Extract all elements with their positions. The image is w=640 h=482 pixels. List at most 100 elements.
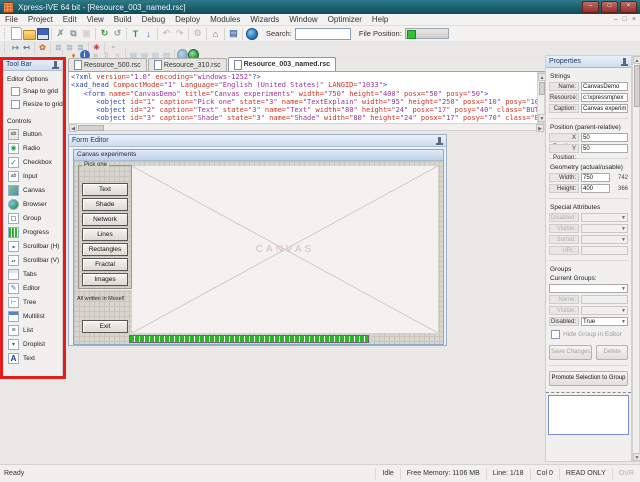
pin-icon[interactable] <box>54 61 57 68</box>
menu-file[interactable]: File <box>0 15 23 24</box>
tab-Resource_310.rsc[interactable]: Resource_310.rsc <box>148 58 227 71</box>
control-tabs[interactable]: Tabs <box>8 267 62 281</box>
pin-icon[interactable] <box>438 137 441 144</box>
delete-button[interactable]: Delete <box>596 345 628 360</box>
minimize-button[interactable]: – <box>582 1 599 13</box>
control-radio[interactable]: ◉Radio <box>8 141 62 155</box>
menu-view[interactable]: View <box>82 15 109 24</box>
pin-icon[interactable] <box>623 58 626 65</box>
x-position-input[interactable]: 50 <box>581 133 628 142</box>
form-button-fractal[interactable]: Fractal <box>82 258 128 271</box>
menu-debug[interactable]: Debug <box>137 15 171 24</box>
menu-optimizer[interactable]: Optimizer <box>323 15 367 24</box>
group-disabled-dropdown[interactable]: True▼ <box>581 317 628 326</box>
control-droplist[interactable]: ▾Droplist <box>8 337 62 351</box>
search-input[interactable] <box>295 28 351 40</box>
control-progress[interactable]: Progress <box>8 225 62 239</box>
reload-icon[interactable]: ↺ <box>111 27 124 40</box>
window-layout-icon[interactable]: ▤ <box>227 27 240 40</box>
copy-icon[interactable]: ⧉ <box>67 27 80 40</box>
control-canvas[interactable]: Canvas <box>8 183 62 197</box>
control-list[interactable]: ≡List <box>8 323 62 337</box>
control-scrollbar-v-[interactable]: ▴▾Scrollbar (V) <box>8 253 62 267</box>
tab-Resource_003_named.rsc[interactable]: Resource_003_named.rsc <box>228 57 336 71</box>
control-tree[interactable]: ⊢Tree <box>8 295 62 309</box>
menu-deploy[interactable]: Deploy <box>170 15 205 24</box>
scroll-thumb[interactable] <box>634 65 640 107</box>
control-text[interactable]: AText <box>8 351 62 365</box>
undo-icon[interactable]: ↶ <box>160 27 173 40</box>
form-design-grid[interactable]: Pick one TextShadeNetworkLinesRectangles… <box>74 161 443 344</box>
xml-code-editor[interactable]: <?xml version="1.0" encoding="windows-12… <box>68 72 545 123</box>
palette-icon[interactable]: ✿ <box>37 42 48 53</box>
option-snap-to-grid[interactable]: Snap to grid <box>11 86 62 96</box>
code-horizontal-scrollbar[interactable]: ◀ ▶ <box>68 123 545 131</box>
compile-icon[interactable]: T <box>129 27 142 40</box>
run-icon[interactable]: ↓ <box>142 27 155 40</box>
menu-build[interactable]: Build <box>109 15 137 24</box>
control-browser[interactable]: Browser <box>8 197 62 211</box>
mdi-minimize-icon[interactable]: – <box>614 16 618 23</box>
cut-icon[interactable]: ✗ <box>54 27 67 40</box>
promote-selection-button[interactable]: Promote Selection to Group <box>549 371 628 386</box>
form-button-rectangles[interactable]: Rectangles <box>82 243 128 256</box>
caption-input[interactable]: Canvas experim <box>581 104 628 113</box>
checkbox-icon[interactable] <box>551 330 560 339</box>
paste-icon[interactable]: ▣ <box>80 27 93 40</box>
open-file-icon[interactable] <box>23 27 36 40</box>
code-vertical-scrollbar[interactable]: ▲ ▼ <box>537 72 545 123</box>
scroll-down-icon[interactable]: ▼ <box>633 453 640 461</box>
menu-modules[interactable]: Modules <box>205 15 245 24</box>
control-button[interactable]: abButton <box>8 127 62 141</box>
designed-form-window[interactable]: Canvas experiments Pick one TextShadeNet… <box>73 149 444 345</box>
mdi-close-icon[interactable]: × <box>632 16 636 23</box>
form-button-shade[interactable]: Shade <box>82 198 128 211</box>
form-canvas-placeholder[interactable]: CANVAS <box>132 166 438 333</box>
scroll-right-icon[interactable]: ▶ <box>536 124 544 132</box>
checkbox-icon[interactable] <box>11 100 20 109</box>
width-input[interactable]: 750 <box>581 173 610 182</box>
menu-window[interactable]: Window <box>284 15 322 24</box>
save-icon[interactable] <box>36 27 49 40</box>
control-multilist[interactable]: Multilist <box>8 309 62 323</box>
option-resize-to-grid[interactable]: Resize to grid <box>11 99 62 109</box>
bank-icon[interactable]: ⌂ <box>209 27 222 40</box>
sorted-dropdown[interactable]: ▼ <box>581 235 628 244</box>
menu-help[interactable]: Help <box>367 15 393 24</box>
control-checkbox[interactable]: ✓Checkbox <box>8 155 62 169</box>
new-file-icon[interactable] <box>10 27 23 40</box>
form-button-lines[interactable]: Lines <box>82 228 128 241</box>
checkbox-icon[interactable] <box>11 87 20 96</box>
close-button[interactable]: × <box>620 1 637 13</box>
group-visible-dropdown[interactable]: ▼ <box>581 306 628 315</box>
menu-edit[interactable]: Edit <box>58 15 82 24</box>
hide-group-option[interactable]: Hide Group in Editor <box>551 329 631 339</box>
refresh-icon[interactable]: ↻ <box>98 27 111 40</box>
form-note-label[interactable]: All written in Mosel! <box>77 296 135 302</box>
save-changes-button[interactable]: Save Changes <box>549 345 592 360</box>
control-input[interactable]: abInput <box>8 169 62 183</box>
scroll-thumb[interactable] <box>78 125 104 131</box>
help-globe-icon[interactable] <box>245 27 258 40</box>
redo-icon[interactable]: ↷ <box>173 27 186 40</box>
form-title-bar[interactable]: Canvas experiments <box>74 150 443 161</box>
visible-dropdown[interactable]: ▼ <box>581 224 628 233</box>
current-groups-dropdown[interactable]: ▼ <box>549 284 628 293</box>
form-button-images[interactable]: Images <box>82 273 128 286</box>
toolbar-grip[interactable] <box>4 42 7 53</box>
control-group[interactable]: Group <box>8 211 62 225</box>
url-dropdown[interactable] <box>581 246 628 255</box>
scroll-left-icon[interactable]: ◀ <box>69 124 77 132</box>
file-position-slider[interactable] <box>405 28 449 39</box>
tools-icon[interactable]: ⚙ <box>191 27 204 40</box>
menu-project[interactable]: Project <box>23 15 58 24</box>
maximize-button[interactable]: □ <box>601 1 618 13</box>
toolbar-grip[interactable] <box>4 28 7 39</box>
control-scrollbar-h-[interactable]: ◂▸Scrollbar (H) <box>8 239 62 253</box>
mdi-restore-icon[interactable]: □ <box>623 16 627 23</box>
resource-input[interactable]: c:\xpressmp\ex <box>581 93 628 102</box>
menu-wizards[interactable]: Wizards <box>245 15 284 24</box>
form-button-text[interactable]: Text <box>82 183 128 196</box>
form-button-exit[interactable]: Exit <box>82 320 128 333</box>
file-position-thumb[interactable] <box>407 30 416 39</box>
